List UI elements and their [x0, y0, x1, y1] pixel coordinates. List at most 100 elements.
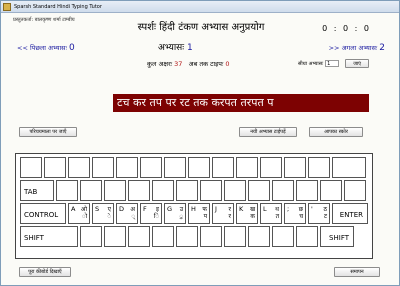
key-shift-left: SHIFT — [20, 226, 78, 247]
key — [116, 157, 138, 178]
key-f: F इ ि — [140, 203, 162, 224]
key — [176, 226, 198, 247]
previous-lesson-link[interactable]: << पिछला अभ्यासः 0 — [17, 43, 75, 53]
key-letter: J — [215, 205, 217, 213]
key-hindi-char: प — [203, 213, 207, 220]
key-hindi-char: ि — [153, 213, 159, 220]
key — [92, 157, 114, 178]
key — [20, 157, 42, 178]
key-enter: ENTER — [332, 203, 368, 224]
key-tab-label: TAB — [24, 188, 38, 196]
key-shift-right-label: SHIFT — [329, 234, 349, 242]
elapsed-timer: 0 : 0 : 0 — [322, 24, 371, 33]
key-hindi-char: ् — [131, 213, 135, 220]
key — [344, 180, 366, 201]
key — [308, 157, 330, 178]
key — [164, 157, 186, 178]
new-practice-text-button[interactable]: नयी अभ्यास टाईपड़ें — [239, 127, 297, 137]
key — [140, 157, 162, 178]
goto-lesson-input[interactable]: 1 — [325, 60, 340, 67]
key — [128, 180, 150, 201]
select-practice-button[interactable]: परिचयमाला पर जाएँ — [19, 127, 77, 137]
key — [56, 180, 78, 201]
key — [176, 180, 198, 201]
key-backspace — [332, 157, 366, 178]
key — [68, 157, 90, 178]
key — [224, 226, 246, 247]
key-letter: G — [167, 205, 173, 213]
key-letter: S — [95, 205, 100, 213]
key — [296, 226, 318, 247]
character-stats: कुल अक्षरः 37 अब तक टाइपः 0 — [147, 59, 230, 68]
key — [128, 226, 150, 247]
key-letter: K — [239, 205, 244, 213]
key-h: H फ प — [188, 203, 210, 224]
key — [272, 180, 294, 201]
key-quote: ' ठ ट — [308, 203, 330, 224]
key — [296, 180, 318, 201]
window-title: Sparsh Standard Hindi Typing Tutor — [14, 3, 102, 10]
show-full-keyboard-button[interactable]: पूरा कीबोर्ड दिखाएँ — [19, 267, 71, 277]
key-hindi-char: च — [299, 213, 303, 220]
key — [152, 180, 174, 201]
key-semicolon: ; छ च — [284, 203, 306, 224]
key-hindi-char: ो — [81, 213, 87, 220]
key — [80, 226, 102, 247]
your-score-button[interactable]: आपका स्कोर — [309, 127, 363, 137]
goto-button[interactable]: जाएं — [345, 59, 370, 68]
key-j: J र र — [212, 203, 234, 224]
key — [188, 157, 210, 178]
key — [248, 226, 270, 247]
key-letter: F — [143, 205, 147, 213]
app-icon — [3, 2, 11, 11]
key — [284, 157, 306, 178]
next-lesson-number: 2 — [379, 43, 385, 53]
key — [212, 157, 234, 178]
current-lesson: अभ्यासः 1 — [158, 40, 193, 53]
key — [104, 180, 126, 201]
current-lesson-label: अभ्यासः — [158, 43, 185, 53]
goto-label: सीधा अभ्यासः — [298, 60, 324, 67]
on-screen-keyboard: TAB CONTROL A ओ ो S ए े D अ ् F इ ि G उ … — [15, 153, 373, 259]
key-hindi-char: त — [275, 213, 279, 220]
key-control: CONTROL — [20, 203, 66, 224]
key — [272, 226, 294, 247]
key-enter-label: ENTER — [339, 211, 363, 219]
total-chars-value: 37 — [174, 60, 183, 68]
key-hindi-char: ु — [179, 213, 183, 220]
goto-lesson: सीधा अभ्यासः 1 जाएं — [298, 59, 370, 68]
key-letter: ' — [311, 205, 313, 213]
key — [104, 226, 126, 247]
key-hindi-char: े — [107, 213, 111, 220]
key-k: K ख क — [236, 203, 258, 224]
practice-text-strip: टच कर तप पर रट तक करपत तरपत प — [113, 94, 369, 112]
key-g: G उ ु — [164, 203, 186, 224]
key-control-label: CONTROL — [24, 211, 59, 219]
current-lesson-number: 1 — [186, 43, 193, 53]
finish-button[interactable]: समापन — [334, 267, 380, 277]
key-hindi-char: क — [250, 213, 255, 220]
previous-lesson-label: << पिछला अभ्यासः — [17, 44, 67, 52]
next-lesson-link[interactable]: >> अगला अभ्यासः 2 — [329, 43, 385, 53]
key — [224, 180, 246, 201]
typed-chars-label: अब तक टाइपः — [188, 60, 224, 68]
key — [236, 157, 258, 178]
key-tab: TAB — [20, 180, 54, 201]
key — [200, 226, 222, 247]
total-chars-label: कुल अक्षरः — [147, 60, 173, 68]
key — [80, 180, 102, 201]
typed-chars-value: 0 — [225, 60, 230, 68]
key-a: A ओ ो — [68, 203, 90, 224]
key-shift-left-label: SHIFT — [24, 234, 44, 242]
key-letter: L — [263, 205, 267, 213]
next-lesson-label: >> अगला अभ्यासः — [328, 44, 378, 52]
app-window: Sparsh Standard Hindi Typing Tutor प्रस्… — [0, 0, 400, 286]
key-letter: ; — [287, 205, 290, 213]
key — [44, 157, 66, 178]
key-shift-right: SHIFT — [320, 226, 354, 247]
key — [260, 157, 282, 178]
key-s: S ए े — [92, 203, 114, 224]
key-letter: A — [71, 205, 76, 213]
key — [200, 180, 222, 201]
key-hindi-char: र — [228, 213, 231, 220]
